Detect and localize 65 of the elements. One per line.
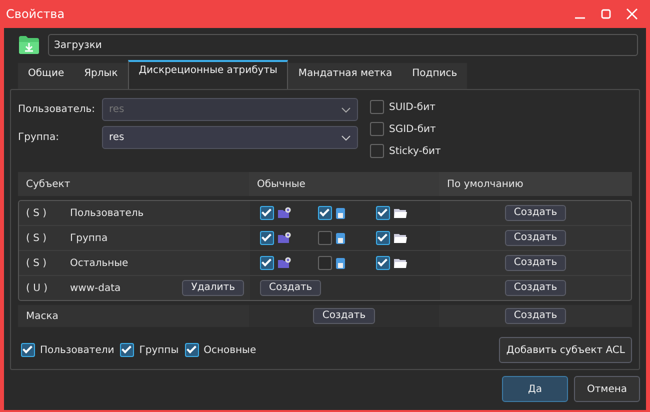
checkbox[interactable]: [318, 231, 332, 245]
tab[interactable]: Общие: [18, 63, 74, 87]
checkbox[interactable]: [21, 343, 35, 357]
create-button[interactable]: Создать: [504, 230, 566, 246]
maximize-icon[interactable]: [600, 8, 612, 20]
ok-button[interactable]: Да: [502, 376, 568, 402]
checkbox[interactable]: [376, 206, 390, 220]
checkbox[interactable]: [318, 206, 332, 220]
create-button[interactable]: Создать: [504, 255, 566, 271]
column-header: По умолчанию: [439, 172, 632, 196]
tab[interactable]: Подпись: [402, 63, 468, 87]
subject-type: ( S ): [25, 208, 48, 218]
tab[interactable]: Дискреционные атрибуты: [128, 60, 288, 89]
folder-eye-icon: [278, 207, 291, 219]
checkbox[interactable]: [260, 231, 274, 245]
name-field[interactable]: Загрузки: [48, 34, 638, 56]
checkbox[interactable]: [376, 256, 390, 270]
checkbox-label: Sticky-бит: [389, 146, 441, 156]
checkbox-label: Пользователи: [40, 344, 114, 356]
folder-icon: [394, 208, 407, 218]
subject-type: ( S ): [25, 258, 48, 268]
checkbox-label: SGID-бит: [389, 124, 436, 134]
subject-type: ( U ): [25, 282, 48, 294]
tab[interactable]: Ярлык: [74, 63, 128, 87]
checkbox[interactable]: [120, 343, 134, 357]
subject-name: Пользователь: [70, 208, 145, 218]
subject-name: www-data: [70, 282, 122, 294]
user-label: Пользователь:: [18, 104, 96, 115]
window-title: Свойства: [6, 7, 65, 21]
folder-eye-icon: [278, 232, 291, 244]
checkbox[interactable]: [260, 206, 274, 220]
create-button[interactable]: Создать: [504, 205, 566, 221]
folder-icon: [394, 233, 407, 243]
column-header: Субъект: [25, 178, 72, 192]
add-acl-subject-button[interactable]: Добавить субъект ACL: [499, 337, 632, 363]
group-dropdown[interactable]: res: [102, 126, 358, 149]
checkbox-label: SUID-бит: [389, 102, 436, 112]
delete-button[interactable]: Удалить: [182, 280, 244, 296]
folder-icon: [394, 258, 407, 268]
checkbox[interactable]: [370, 144, 384, 158]
subject-name: Группа: [70, 232, 109, 244]
column-header: Обычные: [249, 172, 439, 196]
checkbox[interactable]: [376, 231, 390, 245]
create-button[interactable]: Создать: [313, 308, 375, 324]
folder-eye-icon: [278, 257, 291, 269]
subject-type: ( S ): [25, 232, 48, 244]
download-folder-icon: [18, 34, 40, 56]
create-button[interactable]: Создать: [504, 308, 566, 324]
create-button[interactable]: Создать: [260, 280, 322, 296]
tab[interactable]: Мандатная метка: [288, 63, 402, 87]
checkbox[interactable]: [184, 343, 199, 357]
checkbox[interactable]: [318, 256, 332, 270]
checkbox[interactable]: [370, 100, 384, 114]
checkbox[interactable]: [370, 122, 384, 136]
close-icon[interactable]: [626, 8, 638, 20]
chevron-down-icon: [341, 134, 351, 140]
chevron-down-icon: [341, 106, 351, 112]
checkbox-label: Группы: [139, 344, 179, 356]
group-label: Группа:: [18, 132, 60, 143]
create-button[interactable]: Создать: [504, 280, 566, 296]
mask-label: Маска: [25, 310, 58, 322]
checkbox-label: Основные: [204, 344, 256, 356]
checkbox[interactable]: [260, 256, 274, 270]
subject-name: Остальные: [70, 258, 130, 268]
cancel-button[interactable]: Отмена: [574, 376, 640, 402]
